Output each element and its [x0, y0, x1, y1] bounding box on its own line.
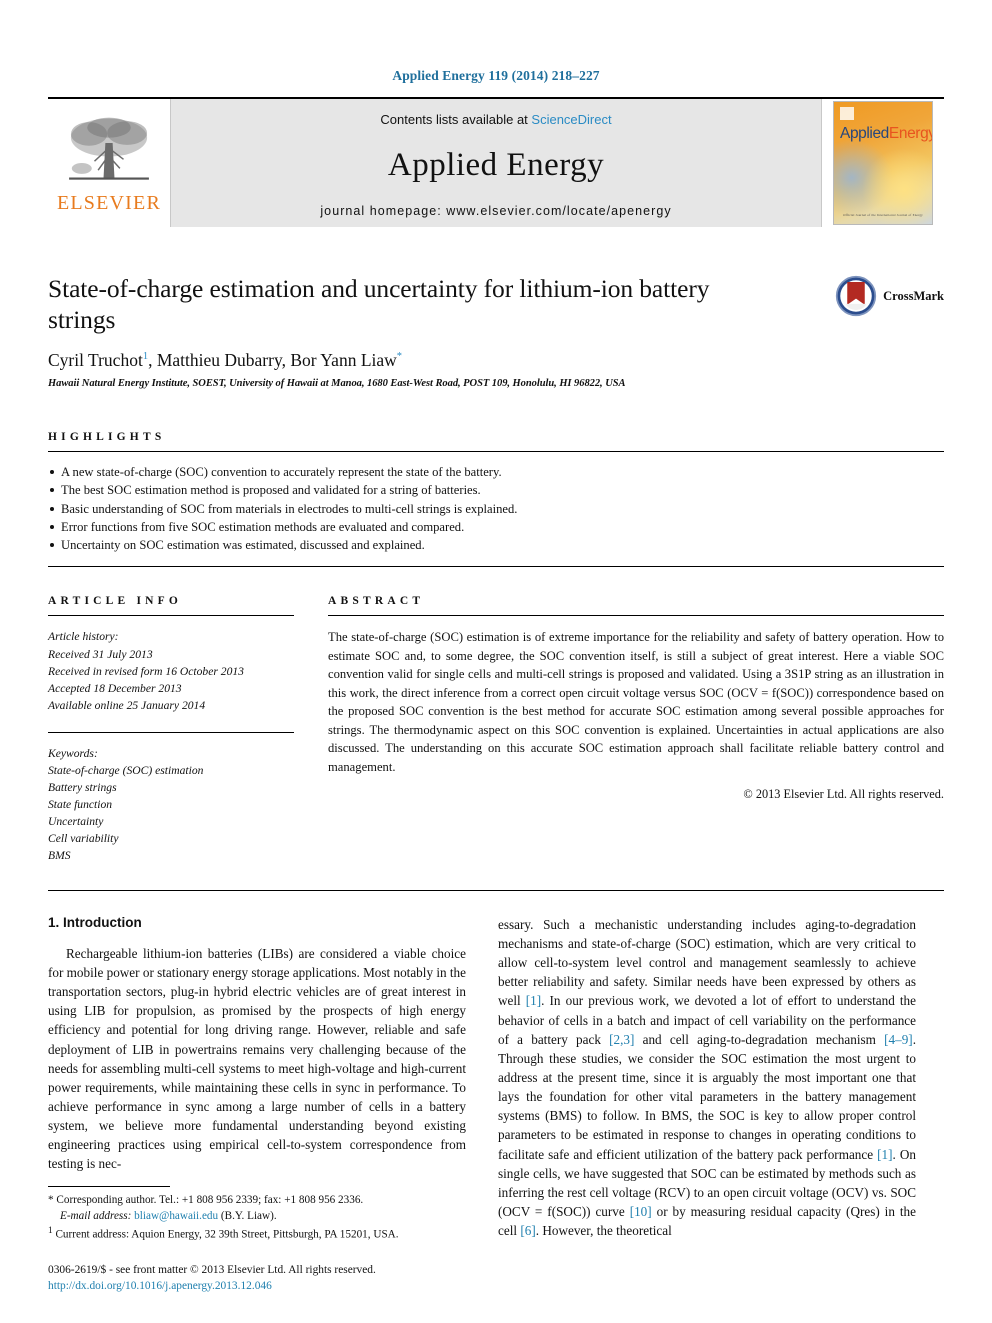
email-link[interactable]: bliaw@hawaii.edu	[134, 1210, 218, 1222]
body-separator-rule	[48, 889, 944, 891]
keyword-item: BMS	[48, 848, 71, 862]
keyword-item: Uncertainty	[48, 814, 104, 828]
history-accepted: Accepted 18 December 2013	[48, 681, 182, 695]
intro-paragraph-right: essary. Such a mechanistic understanding…	[498, 915, 916, 1240]
abstract-column: ABSTRACT The state-of-charge (SOC) estim…	[328, 595, 944, 863]
body-column-right: essary. Such a mechanistic understanding…	[498, 915, 916, 1240]
cover-image: AppliedEnergy Official Journal of the In…	[833, 101, 933, 225]
current-address-note: 1 Current address: Aquion Energy, 32 39t…	[48, 1225, 466, 1244]
keyword-item: Battery strings	[48, 780, 117, 794]
keywords-block: Keywords: State-of-charge (SOC) estimati…	[48, 745, 294, 864]
history-revised: Received in revised form 16 October 2013	[48, 664, 244, 678]
author-sep-1: ,	[148, 350, 157, 371]
citation-link[interactable]: [4–9]	[884, 1032, 913, 1047]
corresponding-author-note: * Corresponding author. Tel.: +1 808 956…	[48, 1193, 466, 1225]
cover-title-energy: Energy	[888, 125, 933, 142]
keywords-rule	[48, 731, 294, 733]
author-3: Bor Yann Liaw	[290, 350, 397, 371]
imprint-block: 0306-2619/$ - see front matter © 2013 El…	[48, 1262, 466, 1295]
highlights-top-rule	[48, 451, 944, 453]
keywords-label: Keywords:	[48, 746, 98, 760]
contents-prefix: Contents lists available at	[380, 112, 532, 127]
abstract-text: The state-of-charge (SOC) estimation is …	[328, 630, 944, 774]
running-head: Applied Energy 119 (2014) 218–227	[392, 68, 600, 83]
journal-homepage[interactable]: journal homepage: www.elsevier.com/locat…	[320, 204, 671, 218]
masthead-center: Contents lists available at ScienceDirec…	[171, 99, 821, 227]
history-received: Received 31 July 2013	[48, 647, 153, 661]
article-history-label: Article history:	[48, 630, 119, 644]
elsevier-tree-icon	[69, 117, 149, 180]
cover-footer-text: Official Journal of the International Jo…	[843, 213, 923, 217]
author-2: Matthieu Dubarry	[156, 350, 282, 371]
keyword-item: State function	[48, 797, 113, 811]
list-item: Error functions from five SOC estimation…	[48, 518, 944, 536]
crossmark-label: CrossMark	[883, 288, 944, 303]
title-block: CrossMark State-of-charge estimation and…	[48, 273, 944, 389]
article-history-block: Article history: Received 31 July 2013 R…	[48, 628, 294, 713]
author-sep-2: ,	[281, 350, 291, 371]
cover-title-applied: Applied	[840, 125, 889, 142]
elsevier-logo: ELSEVIER	[48, 99, 171, 227]
doi-link[interactable]: http://dx.doi.org/10.1016/j.apenergy.201…	[48, 1280, 272, 1292]
history-online: Available online 25 January 2014	[48, 698, 206, 712]
highlights-heading: HIGHLIGHTS	[48, 431, 166, 444]
author-1: Cyril Truchot	[48, 350, 143, 371]
keyword-item: Cell variability	[48, 831, 119, 845]
cover-title: AppliedEnergy	[840, 125, 932, 142]
issn-front-matter: 0306-2619/$ - see front matter © 2013 El…	[48, 1263, 376, 1276]
info-abstract-section: ARTICLE INFO Article history: Received 3…	[48, 595, 944, 863]
crossmark-badge[interactable]: CrossMark	[835, 275, 944, 317]
journal-title: Applied Energy	[387, 147, 605, 183]
highlights-bottom-rule	[48, 566, 944, 568]
body-text-run: . Through these studies, we consider the…	[498, 1031, 916, 1162]
article-info-rule	[48, 615, 294, 617]
article-info-heading: ARTICLE INFO	[48, 595, 183, 608]
corresponding-author-text: * Corresponding author. Tel.: +1 808 956…	[48, 1194, 364, 1207]
footnote-rule	[48, 1186, 170, 1188]
citation-link[interactable]: [6]	[520, 1223, 535, 1238]
citation-link[interactable]: [1]	[526, 993, 541, 1008]
article-title: State-of-charge estimation and uncertain…	[48, 274, 710, 335]
cover-elsevier-mark-icon	[840, 107, 854, 120]
current-address-marker: 1	[48, 1226, 53, 1237]
sciencedirect-link[interactable]: ScienceDirect	[531, 112, 611, 127]
elsevier-wordmark: ELSEVIER	[56, 191, 162, 214]
corresponding-author-marker[interactable]: *	[397, 351, 402, 362]
crossmark-icon	[835, 275, 877, 317]
author-list: Cyril Truchot1, Matthieu Dubarry, Bor Ya…	[48, 350, 944, 371]
body-text-run: and cell aging-to-degradation mechanism	[634, 1031, 885, 1047]
list-item: Uncertainty on SOC estimation was estima…	[48, 536, 944, 554]
email-owner: (B.Y. Liaw).	[220, 1210, 277, 1223]
journal-cover-thumbnail: AppliedEnergy Official Journal of the In…	[821, 99, 944, 227]
email-label: E-mail address:	[60, 1210, 132, 1223]
citation-link[interactable]: [2,3]	[609, 1032, 634, 1047]
abstract-copyright: © 2013 Elsevier Ltd. All rights reserved…	[743, 787, 944, 802]
abstract-heading: ABSTRACT	[328, 595, 425, 608]
footnotes-block: * Corresponding author. Tel.: +1 808 956…	[48, 1186, 466, 1295]
list-item: A new state-of-charge (SOC) convention t…	[48, 463, 944, 481]
section-heading-introduction: 1. Introduction	[48, 914, 142, 930]
body-text-run: . However, the theoretical	[535, 1223, 672, 1239]
citation-link[interactable]: [1]	[877, 1147, 892, 1162]
contents-available-line: Contents lists available at ScienceDirec…	[380, 112, 611, 127]
list-item: Basic understanding of SOC from material…	[48, 500, 944, 518]
keyword-item: State-of-charge (SOC) estimation	[48, 763, 204, 777]
author-affiliation: Hawaii Natural Energy Institute, SOEST, …	[48, 378, 626, 390]
highlights-list: A new state-of-charge (SOC) convention t…	[48, 463, 944, 554]
citation-link[interactable]: [10]	[630, 1204, 652, 1219]
abstract-rule	[328, 615, 944, 617]
article-info-column: ARTICLE INFO Article history: Received 3…	[48, 595, 294, 863]
intro-paragraph-left: Rechargeable lithium-ion batteries (LIBs…	[48, 945, 466, 1172]
highlights-section: HIGHLIGHTS A new state-of-charge (SOC) c…	[48, 431, 944, 568]
article-page: Applied Energy 119 (2014) 218–227 ELSEVI…	[0, 0, 992, 1323]
list-item: The best SOC estimation method is propos…	[48, 481, 944, 499]
journal-masthead: ELSEVIER Contents lists available at Sci…	[48, 97, 944, 227]
current-address-text: Current address: Aquion Energy, 32 39th …	[55, 1229, 399, 1242]
